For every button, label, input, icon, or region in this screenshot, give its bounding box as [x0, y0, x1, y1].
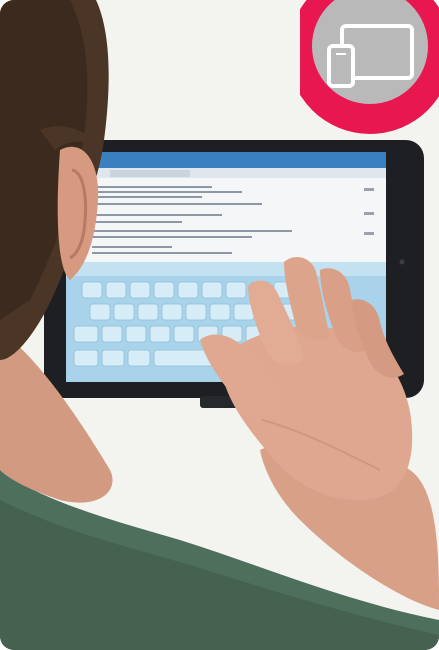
device-badge	[300, 0, 439, 135]
app-top-bar	[66, 152, 386, 168]
devices-icon	[300, 0, 439, 134]
photo-frame	[0, 0, 439, 650]
